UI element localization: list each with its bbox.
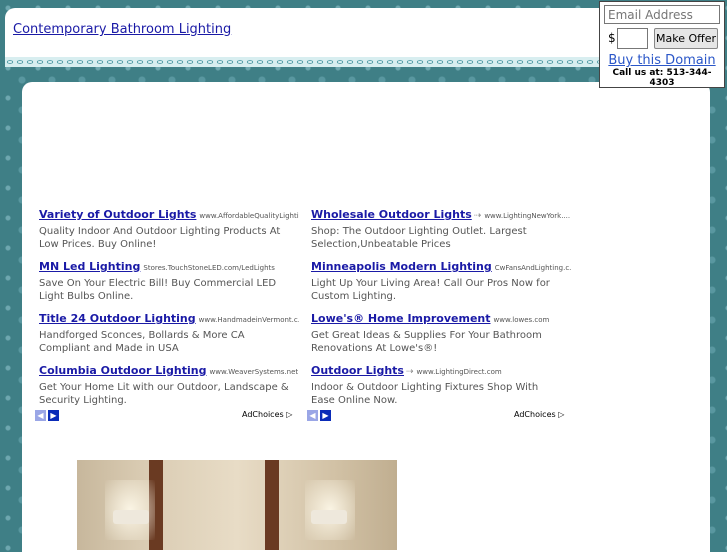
ad-title-link[interactable]: Outdoor Lights	[311, 364, 404, 377]
cursor-arrow-icon: ⇢	[405, 367, 414, 377]
adchoices-link[interactable]: AdChoices ▷	[242, 410, 292, 419]
make-offer-button[interactable]: Make Offer	[654, 28, 718, 49]
prev-arrow-icon[interactable]: ◀	[35, 410, 46, 421]
ad-title-link[interactable]: MN Led Lighting	[39, 260, 140, 273]
ad-description: Light Up Your Living Area! Call Our Pros…	[311, 278, 550, 302]
ad-description: Get Great Ideas & Supplies For Your Bath…	[311, 330, 542, 354]
ad-item: Variety of Outdoor Lights www.AffordableQ…	[39, 203, 299, 255]
ad-url[interactable]: www.lowes.com	[494, 316, 550, 324]
ads-left-column: Variety of Outdoor Lights www.AffordableQ…	[39, 203, 299, 411]
ad-url[interactable]: www.HandmadeinVermont.c...	[199, 316, 299, 324]
wall-sconce	[311, 510, 347, 524]
wall-sconce	[113, 510, 149, 524]
tile-strip	[265, 460, 279, 550]
ad-description: Shop: The Outdoor Lighting Outlet. Large…	[311, 226, 527, 250]
ad-title-link[interactable]: Columbia Outdoor Lighting	[39, 364, 207, 377]
ads-pager-right: ◀ ▶	[307, 410, 331, 421]
domain-offer-box: $ Make Offer Buy this Domain Call us at:…	[599, 1, 725, 88]
call-us-text: Call us at: 513-344-4303	[612, 68, 712, 88]
ad-title-link[interactable]: Wholesale Outdoor Lights	[311, 208, 472, 221]
ad-title-link[interactable]: Title 24 Outdoor Lighting	[39, 312, 196, 325]
ad-title-link[interactable]: Minneapolis Modern Lighting	[311, 260, 492, 273]
currency-symbol: $	[608, 31, 616, 45]
ad-description: Indoor & Outdoor Lighting Fixtures Shop …	[311, 382, 539, 406]
ad-url[interactable]: Stores.TouchStoneLED.com/LedLights	[143, 264, 275, 272]
bathroom-lighting-photo	[77, 460, 397, 550]
ad-url[interactable]: www.AffordableQualityLighti...	[199, 212, 299, 220]
adchoices-link[interactable]: AdChoices ▷	[514, 410, 564, 419]
ad-description: Quality Indoor And Outdoor Lighting Prod…	[39, 226, 281, 250]
buy-domain-link[interactable]: Buy this Domain	[600, 53, 724, 68]
ad-title-link[interactable]: Lowe's® Home Improvement	[311, 312, 491, 325]
ads-right-column: Wholesale Outdoor Lights ⇢ www.LightingNew…	[311, 203, 571, 411]
offer-amount-input[interactable]	[617, 28, 648, 49]
ad-item: Outdoor Lights ⇢ www.LightingDirect.com In…	[311, 359, 571, 411]
cursor-arrow-icon: ⇢	[473, 211, 482, 221]
ad-description: Get Your Home Lit with our Outdoor, Land…	[39, 382, 289, 406]
ad-url[interactable]: www.WeaverSystems.net	[210, 368, 299, 376]
ad-description: Save On Your Electric Bill! Buy Commerci…	[39, 278, 277, 302]
next-arrow-icon[interactable]: ▶	[320, 410, 331, 421]
ad-description: Handforged Sconces, Bollards & More CA Co…	[39, 330, 245, 354]
ad-url[interactable]: www.LightingDirect.com	[417, 368, 502, 376]
ad-url[interactable]: CwFansAndLighting.c...	[495, 264, 571, 272]
ad-url[interactable]: www.LightingNewYork....	[484, 212, 570, 220]
email-field[interactable]	[604, 5, 720, 24]
ad-item: MN Led Lighting Stores.TouchStoneLED.com/…	[39, 255, 299, 307]
ad-item: Wholesale Outdoor Lights ⇢ www.LightingNew…	[311, 203, 571, 255]
prev-arrow-icon[interactable]: ◀	[307, 410, 318, 421]
ad-item: Title 24 Outdoor Lighting www.HandmadeinV…	[39, 307, 299, 359]
ad-item: Columbia Outdoor Lighting www.WeaverSyste…	[39, 359, 299, 411]
ad-item: Minneapolis Modern Lighting CwFansAndLigh…	[311, 255, 571, 307]
ad-title-link[interactable]: Variety of Outdoor Lights	[39, 208, 196, 221]
ads-pager-left: ◀ ▶	[35, 410, 59, 421]
next-arrow-icon[interactable]: ▶	[48, 410, 59, 421]
site-title-link[interactable]: Contemporary Bathroom Lighting	[13, 22, 231, 37]
ad-item: Lowe's® Home Improvement www.lowes.com Ge…	[311, 307, 571, 359]
